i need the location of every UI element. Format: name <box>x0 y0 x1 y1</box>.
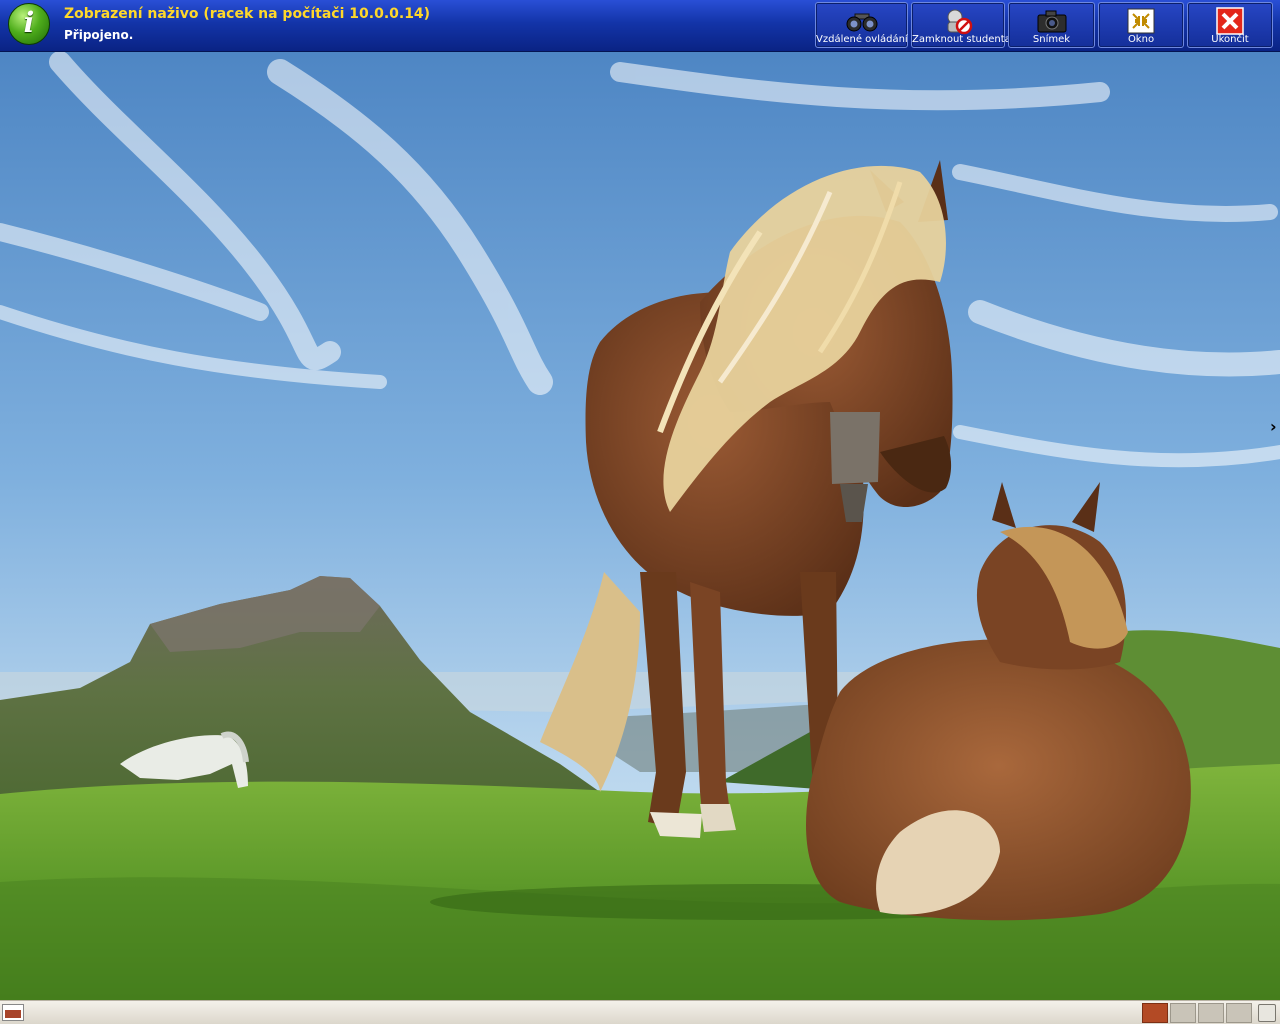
quit-button[interactable]: Ukončit <box>1187 2 1273 48</box>
lock-student-label: Zamknout studenta <box>912 34 1011 45</box>
workspace-4[interactable] <box>1226 1003 1252 1023</box>
remote-control-button[interactable]: Vzdálené ovládání <box>815 2 908 48</box>
taskbar-window-thumbnail[interactable] <box>2 1004 24 1021</box>
workspace-2[interactable] <box>1170 1003 1196 1023</box>
snapshot-button[interactable]: Snímek <box>1008 2 1095 48</box>
remote-control-label: Vzdálené ovládání <box>816 34 908 45</box>
window-restore-icon <box>1099 7 1183 35</box>
window-mode-label: Okno <box>1127 34 1155 45</box>
connection-status: Připojeno. <box>64 28 134 42</box>
window-mode-button[interactable]: Okno <box>1098 2 1184 48</box>
remote-screen-view[interactable] <box>0 52 1280 1000</box>
close-icon <box>1188 7 1272 35</box>
workspace-3[interactable] <box>1198 1003 1224 1023</box>
lock-student-button[interactable]: Zamknout studenta <box>911 2 1011 48</box>
window-title: Zobrazení naživo (racek na počítači 10.0… <box>64 6 431 22</box>
taskbar <box>0 1000 1280 1024</box>
trash-icon[interactable] <box>1258 1004 1276 1022</box>
side-panel-arrow-icon[interactable]: › <box>1270 418 1280 436</box>
snapshot-label: Snímek <box>1032 34 1071 45</box>
binoculars-icon <box>816 7 907 35</box>
info-icon: i <box>8 3 50 45</box>
lock-student-icon <box>912 7 1004 35</box>
remote-view-toolbar: i Zobrazení naživo (racek na počítači 10… <box>0 0 1280 52</box>
camera-icon <box>1009 7 1094 35</box>
quit-label: Ukončit <box>1211 34 1249 45</box>
workspace-1[interactable] <box>1142 1003 1168 1023</box>
